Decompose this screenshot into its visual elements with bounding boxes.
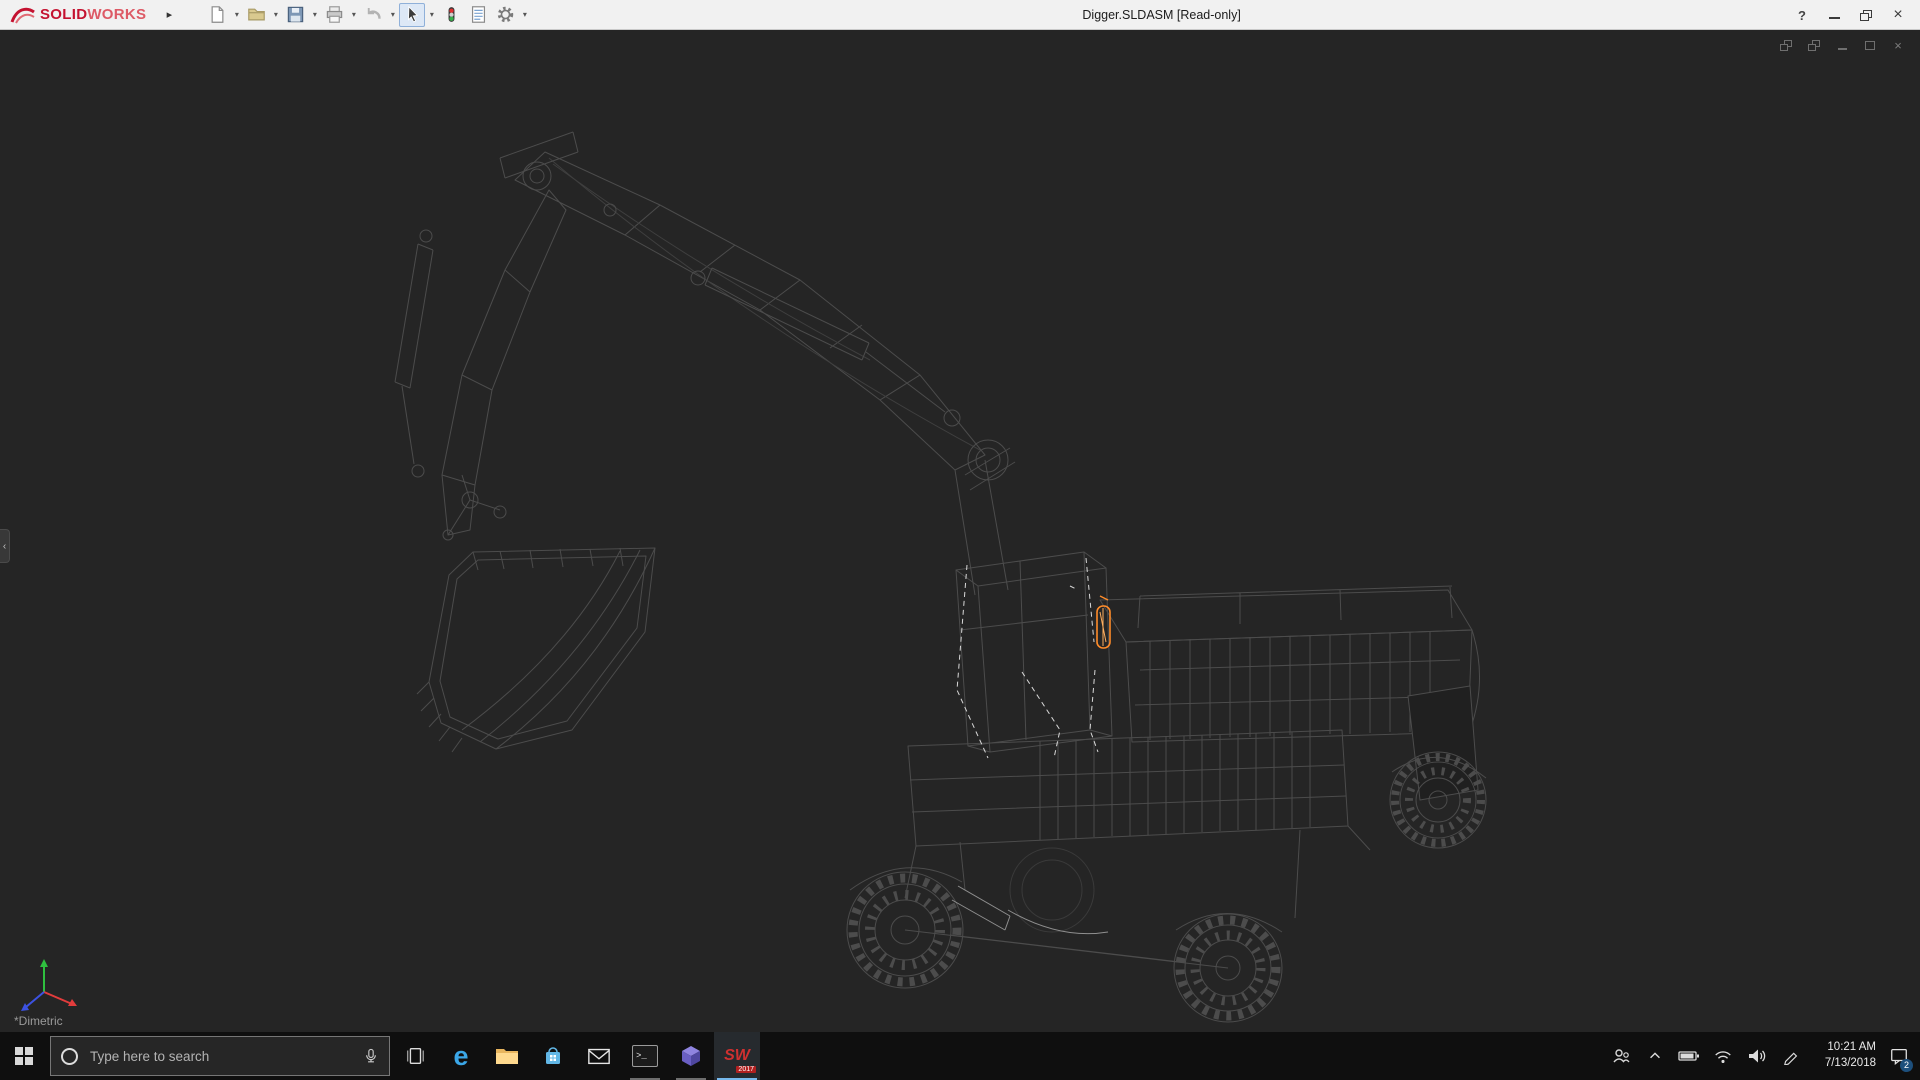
rebuild-button[interactable] bbox=[438, 3, 464, 27]
cascade-icon bbox=[1780, 39, 1792, 51]
solidworks-app-icon: SW 2017 bbox=[724, 1047, 756, 1073]
taskbar-search[interactable] bbox=[50, 1036, 390, 1076]
tray-overflow-button[interactable] bbox=[1640, 1032, 1670, 1080]
taskbar-app-store[interactable] bbox=[530, 1032, 576, 1080]
doc-minimize-icon bbox=[1837, 47, 1847, 50]
3d-cube-icon bbox=[682, 1046, 700, 1066]
doc-close-button[interactable]: × bbox=[1890, 38, 1906, 52]
volume-button[interactable] bbox=[1742, 1032, 1772, 1080]
open-folder-icon bbox=[248, 8, 265, 21]
restore-button[interactable] bbox=[1852, 0, 1880, 30]
new-document-caret[interactable]: ▾ bbox=[231, 3, 242, 27]
open-caret[interactable]: ▾ bbox=[270, 3, 281, 27]
gear-icon bbox=[497, 6, 514, 23]
select-caret[interactable]: ▾ bbox=[426, 3, 437, 27]
document-title: Digger.SLDASM [Read-only] bbox=[1082, 8, 1241, 22]
doc-restore-button[interactable] bbox=[1778, 38, 1794, 52]
taskbar-app-file-explorer[interactable] bbox=[484, 1032, 530, 1080]
doc-maximize-icon bbox=[1865, 40, 1875, 50]
file-properties-icon bbox=[471, 6, 485, 23]
search-input[interactable] bbox=[88, 1047, 353, 1065]
taskbar-app-3d-viewer[interactable] bbox=[668, 1032, 714, 1080]
doc-close-icon: × bbox=[1894, 37, 1902, 53]
people-button[interactable] bbox=[1606, 1032, 1636, 1080]
windows-logo-icon bbox=[15, 1047, 33, 1065]
doc-new-window-button[interactable] bbox=[1806, 38, 1822, 52]
taskbar-app-edge[interactable]: e bbox=[438, 1032, 484, 1080]
new-document-icon bbox=[211, 6, 224, 23]
battery-icon bbox=[1678, 1051, 1699, 1061]
minimize-button[interactable] bbox=[1820, 0, 1848, 30]
save-button[interactable] bbox=[282, 3, 308, 27]
store-icon bbox=[546, 1047, 560, 1064]
help-button[interactable]: ? bbox=[1788, 0, 1816, 30]
main-toolbar: ▾ ▾ ▾ ▾ ▾ ▾ ▾ bbox=[204, 2, 530, 27]
options-button[interactable] bbox=[492, 3, 518, 27]
doc-minimize-button[interactable] bbox=[1834, 38, 1850, 52]
print-icon bbox=[326, 6, 343, 23]
select-button[interactable] bbox=[399, 2, 426, 27]
select-cursor-icon bbox=[407, 5, 418, 23]
feature-panel-expand-tab[interactable]: ‹ bbox=[0, 529, 10, 563]
undo-icon bbox=[367, 7, 381, 19]
undo-caret[interactable]: ▾ bbox=[387, 3, 398, 27]
microphone-icon[interactable] bbox=[363, 1046, 379, 1066]
window-controls: ? × bbox=[1788, 0, 1912, 30]
chevron-up-icon bbox=[1650, 1052, 1660, 1059]
titlebar: SOLIDWORKS ▸ ▾ ▾ ▾ ▾ ▾ ▾ ▾ Digger.SLDASM… bbox=[0, 0, 1920, 30]
file-explorer-icon bbox=[496, 1049, 518, 1064]
clock-date: 7/13/2018 bbox=[1824, 1057, 1876, 1069]
task-view-button[interactable] bbox=[392, 1032, 438, 1080]
start-button[interactable] bbox=[0, 1032, 48, 1080]
menu-flyout-button[interactable]: ▸ bbox=[160, 5, 178, 25]
wifi-icon bbox=[1715, 1051, 1731, 1063]
graphics-viewport[interactable]: × ‹ *Dimetric bbox=[0, 30, 1920, 1032]
pen-button[interactable] bbox=[1776, 1032, 1806, 1080]
pen-icon bbox=[1784, 1052, 1798, 1065]
open-button[interactable] bbox=[243, 3, 269, 27]
close-button[interactable]: × bbox=[1884, 0, 1912, 30]
cortana-icon bbox=[61, 1047, 78, 1065]
doc-maximize-button[interactable] bbox=[1862, 38, 1878, 52]
taskbar-clock[interactable]: 10:21 AM 7/13/2018 bbox=[1810, 1040, 1880, 1071]
undo-button[interactable] bbox=[360, 3, 386, 27]
model-scene[interactable] bbox=[0, 30, 1920, 1032]
file-properties-button[interactable] bbox=[465, 3, 491, 27]
task-view-icon bbox=[406, 1047, 424, 1065]
action-center-button[interactable]: 2 bbox=[1884, 1032, 1914, 1080]
save-caret[interactable]: ▾ bbox=[309, 3, 320, 27]
notification-badge: 2 bbox=[1900, 1059, 1913, 1072]
new-window-icon bbox=[1808, 39, 1820, 51]
edge-icon: e bbox=[453, 1040, 469, 1071]
flyout-arrow-icon: ▸ bbox=[166, 9, 173, 21]
clock-time: 10:21 AM bbox=[1827, 1041, 1876, 1054]
people-icon bbox=[1613, 1049, 1630, 1063]
print-caret[interactable]: ▾ bbox=[348, 3, 359, 27]
battery-button[interactable] bbox=[1674, 1032, 1704, 1080]
solidworks-logo: SOLIDWORKS bbox=[0, 0, 146, 29]
taskbar-app-mail[interactable] bbox=[576, 1032, 622, 1080]
mail-icon bbox=[588, 1048, 610, 1065]
network-button[interactable] bbox=[1708, 1032, 1738, 1080]
system-tray: 10:21 AM 7/13/2018 2 bbox=[1606, 1032, 1920, 1080]
rebuild-traffic-light-icon bbox=[448, 7, 455, 22]
brand-text: SOLIDWORKS bbox=[40, 5, 147, 23]
taskbar-app-solidworks[interactable]: SW 2017 bbox=[714, 1032, 760, 1080]
options-caret[interactable]: ▾ bbox=[519, 3, 530, 27]
view-orientation-label: *Dimetric bbox=[14, 1014, 63, 1028]
left-panel-arrow-icon: ‹ bbox=[2, 540, 7, 552]
print-button[interactable] bbox=[321, 3, 347, 27]
volume-icon bbox=[1749, 1049, 1766, 1063]
taskbar-app-command-prompt[interactable]: >_ bbox=[622, 1032, 668, 1080]
restore-icon bbox=[1860, 9, 1872, 21]
wheel-front-left bbox=[846, 867, 964, 989]
command-prompt-icon: >_ bbox=[632, 1045, 658, 1067]
taskbar: e >_ SW 2017 bbox=[0, 1032, 1920, 1080]
new-document-button[interactable] bbox=[204, 3, 230, 27]
document-window-controls: × bbox=[1778, 38, 1906, 52]
minimize-icon bbox=[1828, 17, 1840, 19]
save-icon bbox=[287, 6, 304, 23]
excavator-wireframe bbox=[394, 131, 1487, 1023]
solidworks-logo-icon bbox=[10, 7, 35, 24]
